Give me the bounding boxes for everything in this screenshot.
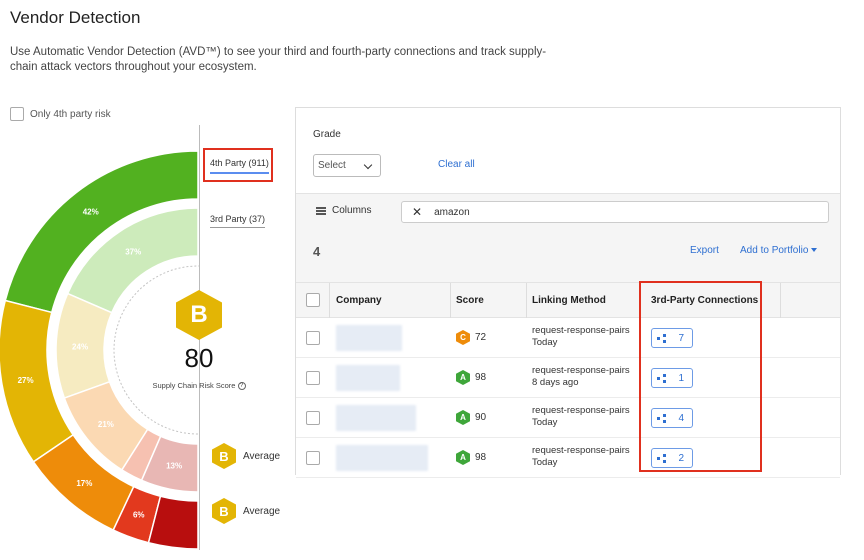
grade-badge: C <box>456 330 470 345</box>
columns-label: Columns <box>332 205 372 216</box>
linking-date: Today <box>532 337 558 348</box>
row-checkbox[interactable] <box>306 451 320 465</box>
third-party-average-grade: B Average <box>212 498 280 524</box>
add-to-portfolio-label: Add to Portfolio <box>740 245 809 256</box>
columns-button[interactable]: Columns <box>316 205 371 216</box>
linking-method: request-response-pairs <box>532 405 630 416</box>
column-header-company[interactable]: Company <box>336 295 382 306</box>
highlight-3rd-party-connections <box>639 281 762 472</box>
column-divider <box>526 283 527 319</box>
score-cell: C 72 <box>456 330 486 345</box>
score-cell: A 98 <box>456 450 486 465</box>
only-4th-party-toggle[interactable]: Only 4th party risk <box>10 107 111 121</box>
fourth-party-average-grade: B Average <box>212 443 280 469</box>
inner-ring-segment-label: 21% <box>98 420 114 429</box>
linking-method-cell: request-response-pairs Today <box>532 325 630 349</box>
company-name-redacted[interactable] <box>336 405 416 431</box>
list-icon <box>316 206 326 215</box>
search-box: ✕ <box>401 201 829 223</box>
score-cell: A 98 <box>456 370 486 385</box>
chevron-down-icon <box>363 160 373 170</box>
grade-badge: A <box>456 450 470 465</box>
linking-date: Today <box>532 417 558 428</box>
column-divider <box>450 283 451 319</box>
third-party-grade-badge: B <box>212 498 236 524</box>
only-4th-party-label: Only 4th party risk <box>30 108 111 120</box>
outer-ring-segment-label: 27% <box>18 376 34 385</box>
supply-chain-donut-chart: 42% 27% 17% 6% 37% 24% 21% 13% <box>0 150 200 550</box>
export-button[interactable]: Export <box>690 245 719 256</box>
clear-search-icon[interactable]: ✕ <box>412 205 422 219</box>
tab-3rd-party[interactable]: 3rd Party (37) <box>210 214 266 228</box>
linking-method: request-response-pairs <box>532 325 630 336</box>
score-cell: A 90 <box>456 410 486 425</box>
linking-method: request-response-pairs <box>532 365 630 376</box>
grade-select-value: Select <box>318 160 346 171</box>
score-value: 72 <box>475 332 487 343</box>
score-label-text: Supply Chain Risk Score <box>152 381 236 390</box>
company-name-redacted[interactable] <box>336 445 428 471</box>
search-input[interactable] <box>434 206 815 218</box>
result-count: 4 <box>313 244 321 259</box>
company-name-redacted[interactable] <box>336 365 400 391</box>
fourth-party-grade-label: Average <box>243 450 281 462</box>
grade-select[interactable]: Select <box>313 154 381 177</box>
company-name-redacted[interactable] <box>336 325 402 351</box>
column-header-score[interactable]: Score <box>456 295 484 306</box>
column-divider <box>780 283 781 319</box>
only-4th-party-checkbox[interactable] <box>10 107 24 121</box>
outer-ring-segment-label: 17% <box>76 479 92 488</box>
grade-filter-label: Grade <box>313 129 341 140</box>
linking-method-cell: request-response-pairs Today <box>532 405 630 429</box>
grade-badge: A <box>456 370 470 385</box>
clear-all-link[interactable]: Clear all <box>438 159 475 170</box>
select-all-checkbox[interactable] <box>306 293 320 307</box>
fourth-party-grade-badge: B <box>212 443 236 469</box>
page-title: Vendor Detection <box>10 8 141 27</box>
row-checkbox[interactable] <box>306 331 320 345</box>
score-value: 98 <box>475 372 487 383</box>
linking-date: 8 days ago <box>532 377 579 388</box>
score-value: 90 <box>475 412 487 423</box>
row-checkbox[interactable] <box>306 411 320 425</box>
column-header-linking-method[interactable]: Linking Method <box>532 295 606 306</box>
row-checkbox[interactable] <box>306 371 320 385</box>
grade-badge: A <box>456 410 470 425</box>
linking-method: request-response-pairs <box>532 445 630 456</box>
outer-ring-segment-label: 42% <box>83 208 99 217</box>
info-icon[interactable]: ? <box>237 382 246 391</box>
inner-ring-segment-label: 37% <box>125 247 141 256</box>
filter-area: Grade Select Clear all <box>296 108 840 194</box>
score-value: 98 <box>475 452 487 463</box>
inner-ring-segment-label: 13% <box>166 462 182 471</box>
linking-date: Today <box>532 457 558 468</box>
outer-ring-segment-label: 6% <box>133 511 145 520</box>
highlight-4th-party <box>203 148 273 182</box>
linking-method-cell: request-response-pairs 8 days ago <box>532 365 630 389</box>
linking-method-cell: request-response-pairs Today <box>532 445 630 469</box>
inner-ring-segment-label: 24% <box>72 342 88 351</box>
supply-chain-score: 80 <box>184 343 214 373</box>
caret-down-icon <box>811 248 818 253</box>
add-to-portfolio-button[interactable]: Add to Portfolio <box>740 245 818 256</box>
third-party-grade-label: Average <box>243 505 281 517</box>
column-divider <box>329 283 330 319</box>
page-description: Use Automatic Vendor Detection (AVD™) to… <box>10 46 547 73</box>
supply-chain-score-label: Supply Chain Risk Score ? <box>140 381 258 391</box>
